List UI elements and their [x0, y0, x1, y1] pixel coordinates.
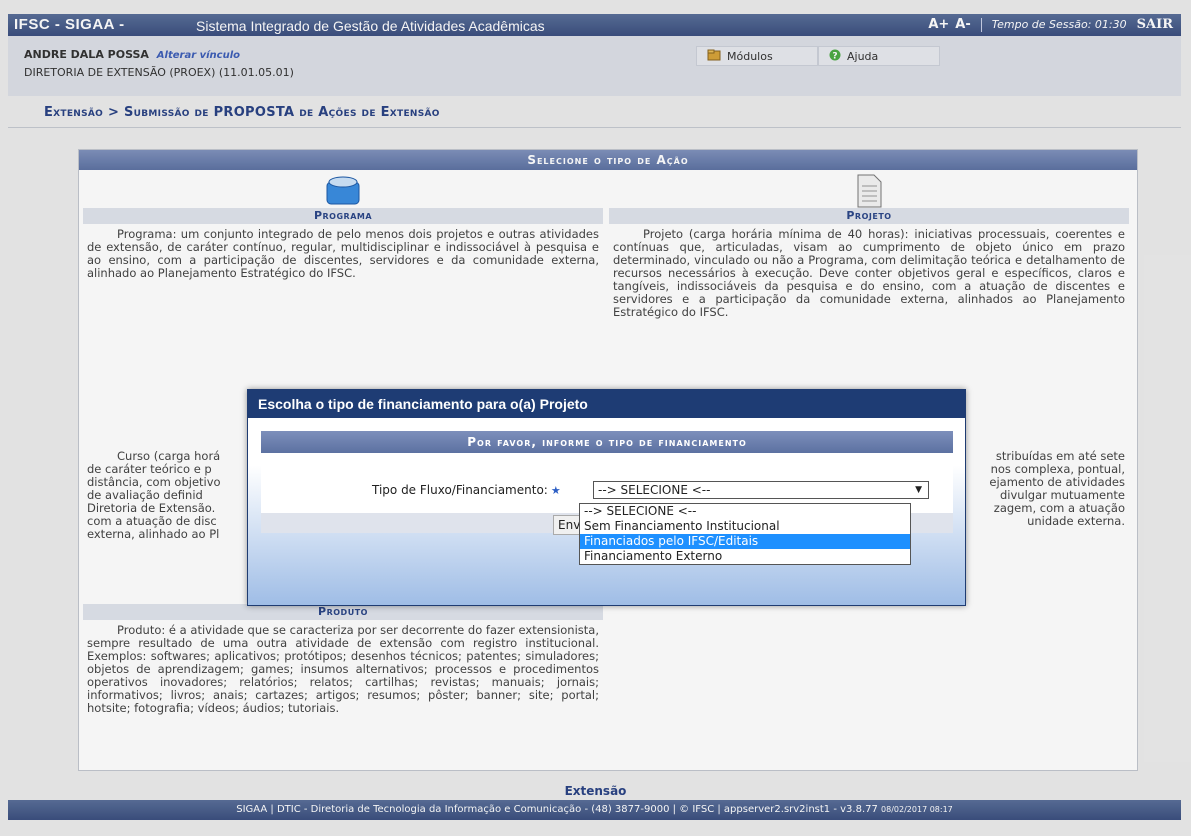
option-sem-financiamento[interactable]: Sem Financiamento Institucional — [580, 519, 910, 534]
financing-type-label: Tipo de Fluxo/Financiamento: ★ — [372, 483, 561, 497]
option-selecione[interactable]: --> SELECIONE <-- — [580, 504, 910, 519]
financing-type-dropdown[interactable]: --> SELECIONE <-- Sem Financiamento Inst… — [579, 503, 911, 565]
dialog-title: Escolha o tipo de financiamento para o(a… — [248, 390, 965, 418]
required-icon: ★ — [550, 484, 561, 497]
financing-dialog: Escolha o tipo de financiamento para o(a… — [247, 389, 966, 606]
dropdown-arrow-icon: ▼ — [915, 485, 922, 495]
dialog-header: Por favor, informe o tipo de financiamen… — [261, 431, 953, 453]
option-financiamento-externo[interactable]: Financiamento Externo — [580, 549, 910, 564]
financing-label-text: Tipo de Fluxo/Financiamento: — [372, 483, 548, 497]
financing-type-select[interactable]: --> SELECIONE <-- ▼ — [593, 481, 929, 499]
select-value: --> SELECIONE <-- — [598, 483, 711, 497]
option-financiados-ifsc[interactable]: Financiados pelo IFSC/Editais — [580, 534, 910, 549]
